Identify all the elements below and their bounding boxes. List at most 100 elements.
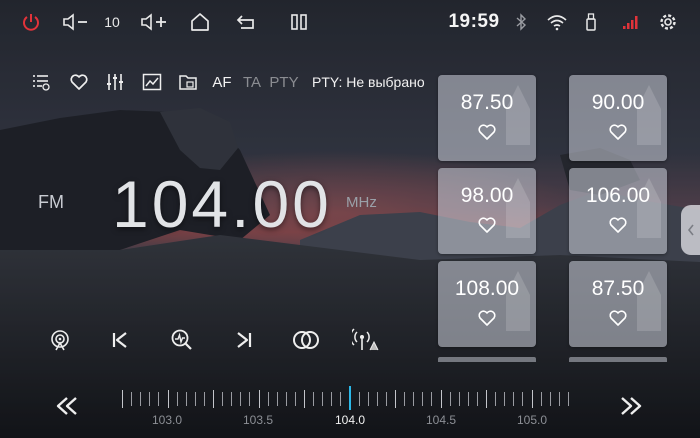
- clock: 19:59: [448, 11, 500, 32]
- preset-overflow-edge: [438, 357, 536, 362]
- scale-tick: [331, 392, 333, 406]
- signal-chart-icon[interactable]: [140, 68, 164, 96]
- scale-tick: [476, 392, 478, 406]
- scale-tick: [131, 392, 133, 406]
- scale-tick: [513, 392, 515, 406]
- settings-icon[interactable]: [656, 10, 680, 34]
- preset-button[interactable]: 87.50: [438, 75, 536, 161]
- scale-tick: [258, 390, 260, 408]
- ta-button[interactable]: TA: [240, 68, 264, 96]
- scale-tick: [340, 392, 342, 406]
- home-icon[interactable]: [187, 10, 213, 34]
- local-distance-icon[interactable]: [351, 326, 383, 354]
- recents-icon[interactable]: [287, 10, 311, 34]
- pty-button[interactable]: PTY: [268, 68, 300, 96]
- scale-tick: [467, 392, 469, 406]
- heart-icon[interactable]: [67, 68, 91, 96]
- pty-status: PTY: Не выбрано: [312, 74, 425, 90]
- af-button[interactable]: AF: [210, 68, 234, 96]
- preset-button[interactable]: 108.00: [438, 261, 536, 347]
- scale-tick: [504, 392, 506, 406]
- scale-tick: [486, 390, 487, 408]
- scale-tick: [395, 390, 396, 408]
- volume-level: 10: [104, 14, 120, 30]
- scale-tick: [222, 392, 224, 406]
- scale-tick: [267, 392, 269, 406]
- scale-tick: [285, 392, 287, 406]
- scale-tick: [549, 392, 551, 406]
- preset-heart-icon[interactable]: [608, 123, 628, 143]
- preset-frequency: 106.00: [585, 184, 651, 207]
- preset-heart-icon[interactable]: [477, 309, 497, 329]
- back-icon[interactable]: [234, 10, 260, 34]
- usb-icon: [582, 10, 600, 34]
- scale-tick: [231, 392, 233, 406]
- scale-tick: [185, 392, 187, 406]
- skip-previous-icon[interactable]: [106, 326, 134, 354]
- signal-icon: [620, 10, 642, 34]
- scale-tick: [449, 392, 451, 406]
- scale-tick: [140, 392, 142, 406]
- scale-tick: [158, 392, 160, 406]
- preset-frequency: 90.00: [591, 91, 645, 114]
- volume-down-icon[interactable]: [60, 10, 90, 34]
- scale-tick: [540, 392, 542, 406]
- scale-tick: [167, 390, 169, 408]
- scale-tick: [313, 392, 315, 406]
- preset-button[interactable]: 87.50: [569, 261, 667, 347]
- search-stations-icon[interactable]: [168, 326, 196, 354]
- scale-tick: [122, 390, 123, 408]
- scale-tick: [422, 392, 424, 406]
- scale-tick: [194, 392, 196, 406]
- scale-tick: [522, 392, 524, 406]
- preset-button[interactable]: 98.00: [438, 168, 536, 254]
- radio-scan-icon[interactable]: [46, 326, 74, 354]
- preset-heart-icon[interactable]: [608, 309, 628, 329]
- seek-forward-icon[interactable]: [616, 392, 646, 420]
- radio-toolbar: AF TA PTY PTY: Не выбрано: [0, 68, 440, 96]
- volume-up-icon[interactable]: [138, 10, 170, 34]
- scale-tick: [294, 392, 296, 406]
- scale-tick: [358, 392, 360, 406]
- preset-heart-icon[interactable]: [477, 216, 497, 236]
- chevron-left-icon: [687, 224, 694, 236]
- scale-tick: [240, 392, 242, 406]
- scale-tick: [440, 390, 442, 408]
- scale-label: 104.0: [334, 413, 366, 427]
- stereo-icon[interactable]: [290, 326, 322, 354]
- scale-tick: [322, 392, 324, 406]
- scale-tick: [176, 392, 178, 406]
- scale-label: 103.0: [151, 413, 183, 427]
- scale-tick: [531, 390, 533, 408]
- equalizer-icon[interactable]: [104, 68, 126, 96]
- scale-tick: [367, 392, 369, 406]
- scale-tick: [558, 392, 560, 406]
- preset-frequency: 87.50: [591, 277, 645, 300]
- scale-label: 104.5: [425, 413, 457, 427]
- scale-tick: [249, 392, 251, 406]
- preset-frequency: 98.00: [460, 184, 514, 207]
- scale-tick: [149, 392, 151, 406]
- scale-tick: [431, 392, 433, 406]
- preset-button[interactable]: 106.00: [569, 168, 667, 254]
- preset-button[interactable]: 90.00: [569, 75, 667, 161]
- scale-label: 103.5: [242, 413, 274, 427]
- scale-tick: [385, 392, 387, 406]
- side-panel-handle[interactable]: [681, 205, 700, 255]
- bluetooth-icon: [512, 10, 530, 34]
- preset-heart-icon[interactable]: [477, 123, 497, 143]
- rds-icon[interactable]: [176, 68, 200, 96]
- scale-tick: [376, 392, 378, 406]
- station-list-icon[interactable]: [30, 68, 52, 96]
- scale-tick: [495, 392, 497, 406]
- frequency-unit: MHz: [346, 194, 377, 211]
- tuning-needle[interactable]: [349, 386, 351, 410]
- preset-heart-icon[interactable]: [608, 216, 628, 236]
- skip-next-icon[interactable]: [230, 326, 258, 354]
- frequency-display: 104.00: [112, 167, 332, 241]
- scale-tick: [203, 392, 205, 406]
- status-bar: 10 19:59: [0, 0, 700, 44]
- power-icon[interactable]: [18, 10, 44, 34]
- preset-frequency: 108.00: [454, 277, 520, 300]
- seek-backward-icon[interactable]: [52, 392, 82, 420]
